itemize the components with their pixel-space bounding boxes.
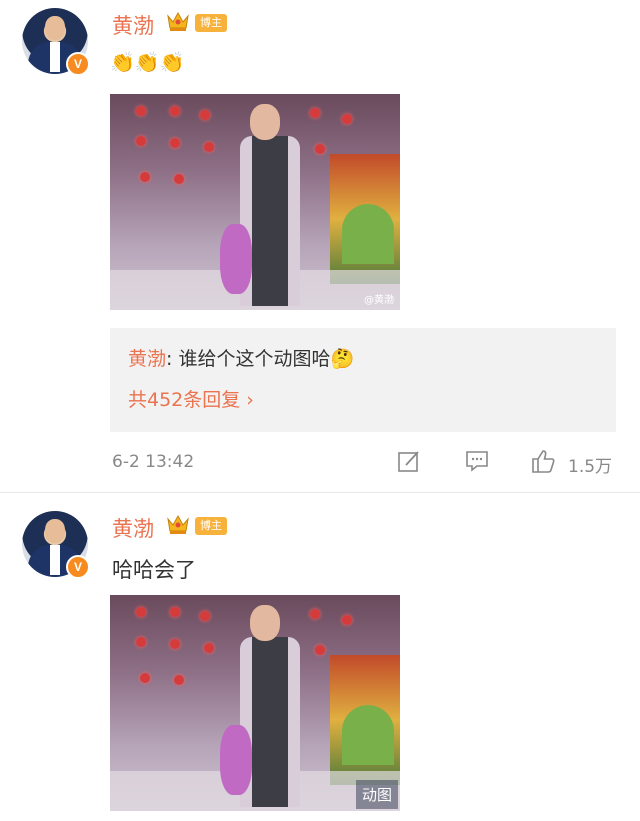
content-emoji: 👏👏👏 xyxy=(110,50,185,74)
post-text: 哈哈会了 xyxy=(112,558,196,582)
author-name[interactable]: 黄渤 xyxy=(112,10,154,40)
reply-text: 谁给个这个动图哈 xyxy=(178,348,331,370)
crown-icon xyxy=(167,514,189,534)
gif-image[interactable]: @黄渤 xyxy=(110,94,400,310)
like-icon[interactable] xyxy=(530,448,556,474)
thinking-emoji: 🤔 xyxy=(330,348,355,370)
gif-tag: 动图 xyxy=(355,780,398,809)
reply-author[interactable]: 黄渤 xyxy=(128,348,166,370)
author-name[interactable]: 黄渤 xyxy=(112,513,154,543)
reply-count-link[interactable]: 共452条回复 › xyxy=(128,385,254,412)
like-count: 1.5万 xyxy=(568,457,613,477)
verified-v-icon: V xyxy=(66,52,90,76)
reply-preview[interactable]: 黄渤: 谁给个这个动图哈🤔 共452条回复 › xyxy=(110,328,616,432)
post-time: 6-2 13:42 xyxy=(112,452,195,472)
role-badge: 博主 xyxy=(195,517,227,535)
role-badge: 博主 xyxy=(195,14,227,32)
post-footer: 6-2 13:42 1.5万 xyxy=(0,448,640,478)
edit-icon[interactable] xyxy=(396,448,422,474)
reply-separator: : xyxy=(166,348,179,370)
gif-image[interactable]: 动图 xyxy=(110,595,400,811)
crown-icon xyxy=(167,11,189,31)
comment-icon[interactable] xyxy=(464,448,490,474)
gif-watermark: @黄渤 xyxy=(364,295,394,306)
verified-v-icon: V xyxy=(66,555,90,579)
reply-line: 黄渤: 谁给个这个动图哈🤔 xyxy=(128,344,354,371)
divider xyxy=(0,492,640,493)
